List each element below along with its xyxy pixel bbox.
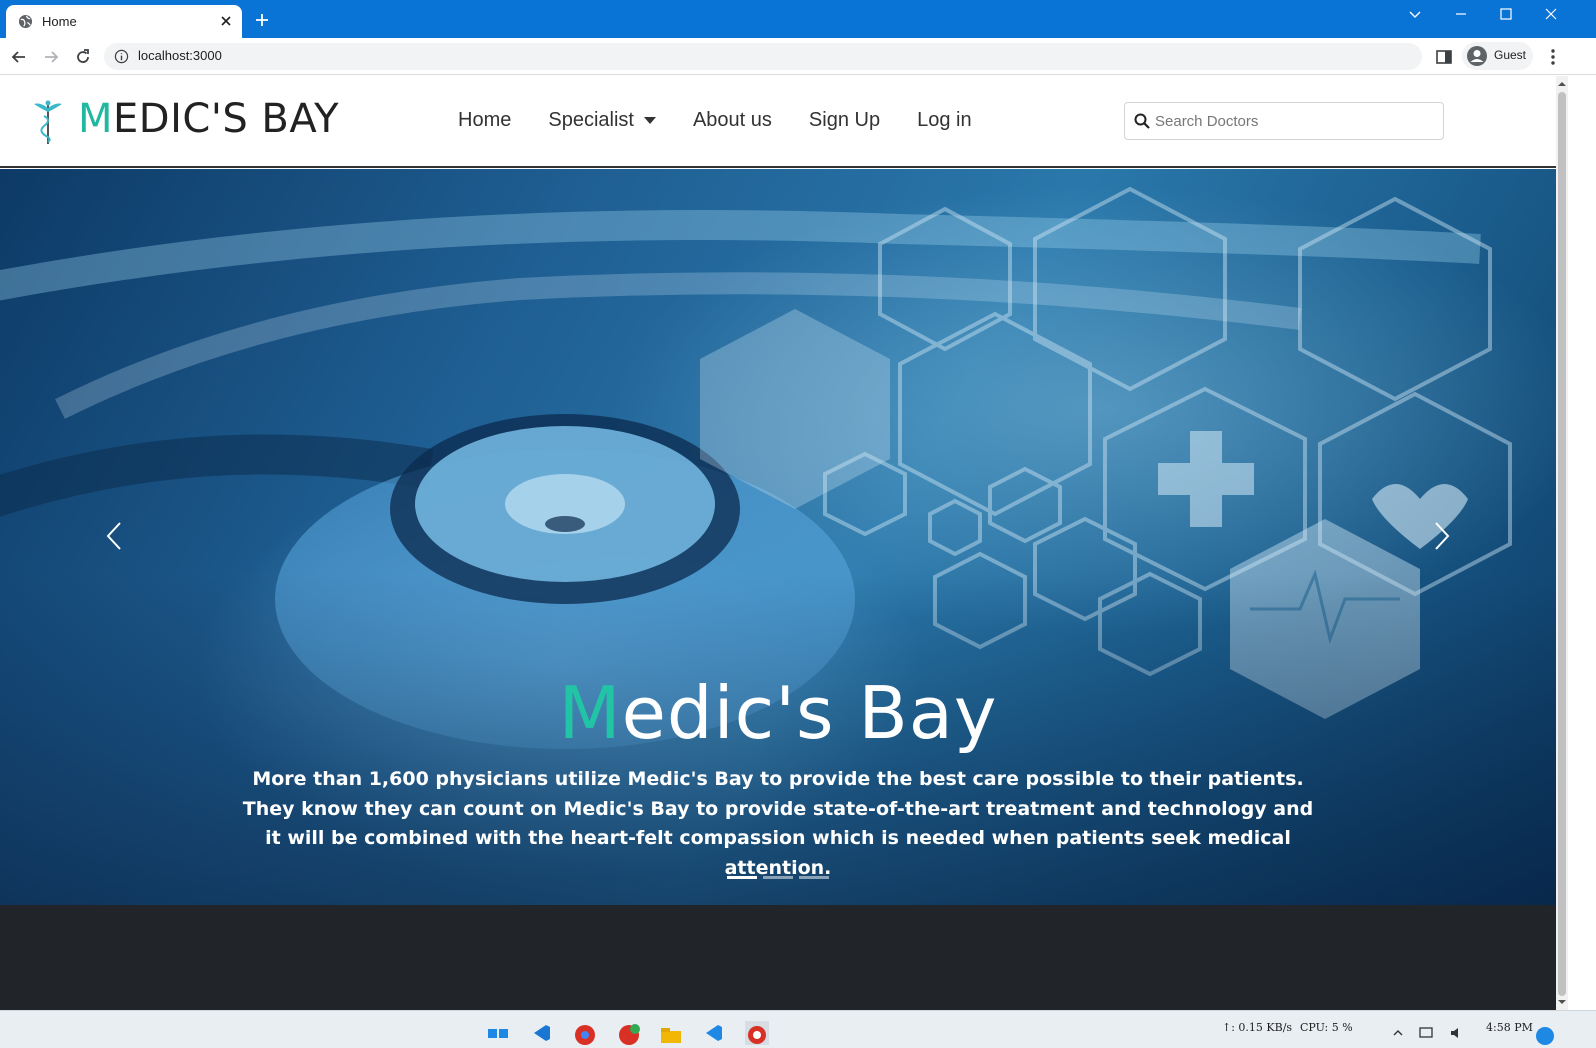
browser-toolbar: localhost:3000 Guest [0,38,1596,75]
browser-app-icon[interactable] [617,1021,641,1045]
chrome-active-icon[interactable] [745,1021,769,1045]
tab-search-chevron-icon[interactable] [1405,4,1425,24]
nav-login-label: Log in [917,109,972,131]
browser-menu-icon[interactable] [1543,47,1563,67]
carousel-indicator-1[interactable] [727,876,757,879]
scrollbar-thumb[interactable] [1558,92,1566,996]
nav-signup-label: Sign Up [808,109,881,131]
nav-sign-up[interactable]: Sign Up [809,109,880,132]
nav-home[interactable]: Home [458,109,511,132]
search-box[interactable] [1124,102,1444,140]
carousel-prev-icon[interactable] [100,519,130,553]
clock-time: 4:58 PM [1486,1021,1533,1034]
scroll-up-icon[interactable] [1558,80,1566,88]
hero-title-rest: edic's Bay [621,671,998,755]
globe-icon [18,14,33,29]
brand-initial: M [78,96,114,142]
tray-chevron-icon[interactable] [1390,1025,1406,1041]
nav-about-label: About us [692,109,772,131]
notification-icon[interactable] [1534,1023,1556,1045]
main-nav: Home Specialist About us Sign Up Log in [458,109,1009,132]
hero-title: Medic's Bay [240,669,1316,757]
nav-home-label: Home [458,109,512,131]
hero-description: More than 1,600 physicians utilize Medic… [242,768,1314,879]
hero-title-initial: M [558,671,622,755]
site-info-icon[interactable] [114,49,129,64]
network-speed: ↑: 0.15 KB/s [1222,1021,1293,1034]
address-bar[interactable]: localhost:3000 [104,43,1422,70]
browser-titlebar: Home [0,0,1596,38]
brand-rest: EDIC'S BAY [113,96,340,142]
forward-icon[interactable] [41,47,61,67]
hero-carousel: Medic's Bay More than 1,600 physicians u… [0,169,1556,905]
carousel-indicators [727,876,829,879]
tab-title: Home [42,14,77,29]
chrome-icon[interactable] [573,1021,597,1045]
close-tab-icon[interactable] [218,13,234,29]
network-icon[interactable] [1418,1024,1436,1042]
dark-content-section [0,905,1556,1010]
url-text: localhost:3000 [138,48,222,63]
page-scrollbar[interactable] [1556,76,1568,1010]
carousel-indicator-3[interactable] [799,876,829,879]
web-page: MEDIC'S BAY Home Specialist About us Sig… [0,76,1556,1010]
carousel-caption: Medic's Bay More than 1,600 physicians u… [240,669,1316,883]
carousel-next-icon[interactable] [1426,519,1456,553]
caret-down-icon [643,117,656,124]
scroll-down-icon[interactable] [1558,998,1566,1006]
maximize-icon[interactable] [1496,4,1516,24]
back-icon[interactable] [9,47,29,67]
windows-start-icon[interactable] [486,1021,510,1045]
caduceus-logo-icon [34,100,62,144]
profile-label: Guest [1494,48,1527,62]
search-icon [1134,113,1150,129]
volume-icon[interactable] [1448,1024,1466,1042]
profile-button[interactable]: Guest [1462,42,1533,70]
nav-log-in[interactable]: Log in [917,109,972,132]
cpu-usage: CPU: 5 % [1300,1021,1353,1034]
os-taskbar: ↑: 0.15 KB/s CPU: 5 % 4:58 PM [0,1010,1596,1048]
file-explorer-icon[interactable] [659,1021,683,1045]
browser-tab-home[interactable]: Home [6,5,242,38]
reload-icon[interactable] [73,47,93,67]
vscode-icon[interactable] [530,1021,554,1045]
site-navbar: MEDIC'S BAY Home Specialist About us Sig… [0,76,1556,168]
nav-about-us[interactable]: About us [693,109,772,132]
close-window-icon[interactable] [1541,4,1561,24]
nav-specialist-dropdown[interactable]: Specialist [548,109,656,132]
minimize-icon[interactable] [1451,4,1471,24]
new-tab-icon[interactable] [254,12,270,28]
avatar-icon [1467,46,1487,66]
window-edge [1568,76,1596,1010]
side-panel-icon[interactable] [1434,47,1454,67]
carousel-indicator-2[interactable] [763,876,793,879]
vscode-alt-icon[interactable] [702,1021,726,1045]
search-doctors-input[interactable] [1155,109,1435,133]
nav-specialist-label: Specialist [548,109,634,131]
brand-name: MEDIC'S BAY [78,96,339,142]
